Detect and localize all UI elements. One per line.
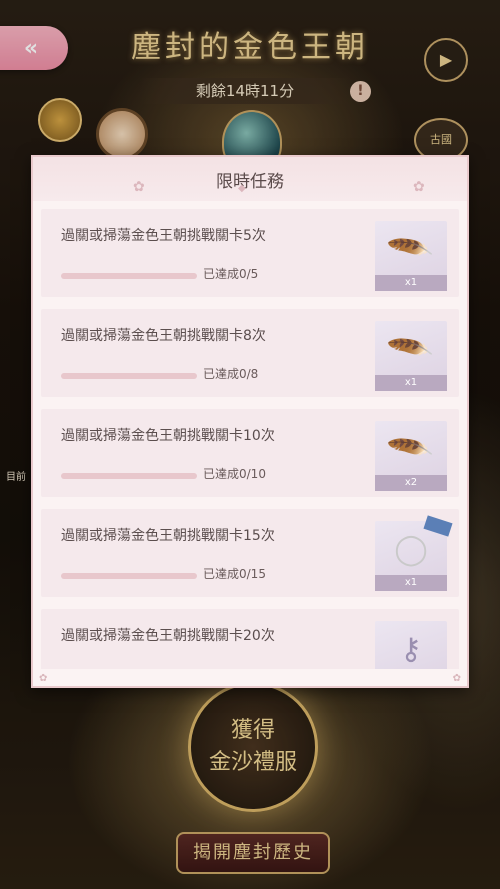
task-description: 過關或掃蕩金色王朝挑戰關卡20次: [61, 628, 275, 644]
limited-tasks-panel: 限時任務 ✿ ✿ ◆ 過關或掃蕩金色王朝挑戰關卡5次 已達成0/5 🪶 x1 過…: [31, 155, 469, 688]
task-progress-text: 已達成0/5: [203, 267, 259, 281]
reward-quantity: x1: [375, 375, 447, 391]
task-row: 過關或掃蕩金色王朝挑戰關卡15次 已達成0/15 ◯ x1: [41, 509, 459, 597]
task-progress-bar: [61, 473, 197, 479]
task-description: 過關或掃蕩金色王朝挑戰關卡10次: [61, 428, 275, 444]
flower-ornament-icon: ✿: [133, 179, 145, 195]
feather-icon: 🪶: [385, 225, 436, 275]
reward-item[interactable]: 🪶 x1: [375, 321, 447, 391]
task-row: 過關或掃蕩金色王朝挑戰關卡8次 已達成0/8 🪶 x1: [41, 309, 459, 397]
task-progress-text: 已達成0/10: [203, 467, 266, 481]
task-row: 過關或掃蕩金色王朝挑戰關卡5次 已達成0/5 🪶 x1: [41, 209, 459, 297]
key-icon: ⚷: [400, 632, 422, 667]
reward-item[interactable]: ◯ x1: [375, 515, 453, 591]
task-progress-bar: [61, 273, 197, 279]
feather-icon: 🪶: [385, 325, 436, 375]
task-progress-text: 已達成0/8: [203, 367, 259, 381]
task-row: 過關或掃蕩金色王朝挑戰關卡20次 ⚷: [41, 609, 459, 669]
diamond-ornament-icon: ◆: [238, 183, 246, 194]
task-row: 過關或掃蕩金色王朝挑戰關卡10次 已達成0/10 🪶 x2: [41, 409, 459, 497]
task-list[interactable]: 過關或掃蕩金色王朝挑戰關卡5次 已達成0/5 🪶 x1 過關或掃蕩金色王朝挑戰關…: [41, 209, 459, 669]
necklace-icon: ◯: [394, 532, 428, 567]
corner-ornament-icon: ✿: [39, 673, 48, 684]
reward-item[interactable]: ⚷: [375, 621, 447, 669]
task-description: 過關或掃蕩金色王朝挑戰關卡15次: [61, 528, 275, 544]
feather-icon: 🪶: [385, 425, 436, 475]
task-progress-bar: [61, 373, 197, 379]
task-description: 過關或掃蕩金色王朝挑戰關卡8次: [61, 328, 266, 344]
task-description: 過關或掃蕩金色王朝挑戰關卡5次: [61, 228, 266, 244]
reward-item[interactable]: 🪶 x2: [375, 421, 447, 491]
reward-item[interactable]: 🪶 x1: [375, 221, 447, 291]
flower-ornament-icon: ✿: [413, 179, 425, 195]
corner-ornament-icon: ✿: [452, 673, 461, 684]
reward-quantity: x2: [375, 475, 447, 491]
panel-header: 限時任務 ✿ ✿ ◆: [33, 157, 467, 201]
reward-quantity: x1: [375, 575, 447, 591]
task-progress-text: 已達成0/15: [203, 567, 266, 581]
reward-quantity: x1: [375, 275, 447, 291]
task-progress-bar: [61, 573, 197, 579]
